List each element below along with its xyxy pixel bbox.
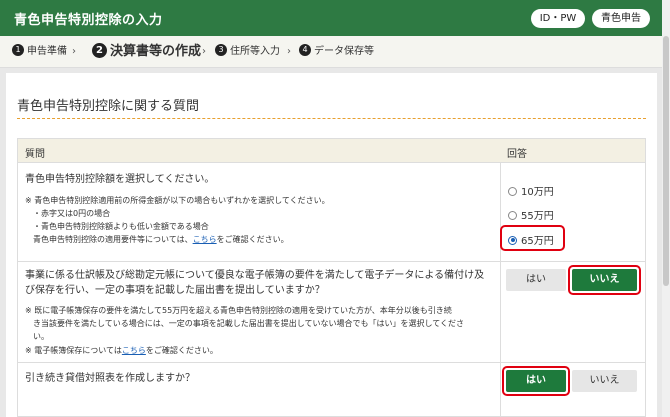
section-title: 青色申告特別控除に関する質問	[17, 99, 200, 114]
page-title: 青色申告特別控除の入力	[14, 13, 163, 28]
question-text: び保存を行い、一定の事項を記載した届出書を提出していますか？	[25, 285, 325, 296]
section-divider	[17, 118, 646, 119]
e-book-link[interactable]: こちら	[122, 346, 146, 355]
step-3: 3 住所等入力	[215, 36, 280, 68]
table-row: 青色申告特別控除額を選択してください。 ※ 青色申告特別控除適用前の所得金額が以…	[18, 164, 645, 262]
table-row: 事業に係る仕訳帳及び総勘定元帳について優良な電子帳簿の要件を満たして電子データに…	[18, 263, 645, 363]
radio-circle-icon	[508, 186, 517, 196]
highlight-box	[500, 225, 565, 251]
question-text: 青色申告特別控除額を選択してください。	[25, 174, 215, 185]
scrollbar-thumb[interactable]	[663, 36, 669, 286]
question-text: 事業に係る仕訳帳及び総勘定元帳について優良な電子帳簿の要件を満たして電子データに…	[25, 270, 485, 281]
radio-label: 10万円	[521, 187, 554, 198]
step-4: 4 データ保存等	[299, 36, 374, 68]
id-pw-button[interactable]: ID・PW	[531, 9, 585, 28]
question-note: ※ 電子帳簿保存についてはこちらをご確認ください。	[25, 344, 218, 357]
question-note: ・赤字又は0円の場合	[33, 209, 111, 218]
app-header: 青色申告特別控除の入力 ID・PW 青色申告	[0, 0, 662, 36]
note-text: をご確認ください。	[216, 235, 289, 244]
step-number-icon: 1	[12, 44, 24, 56]
radio-option-10man[interactable]: 10万円	[508, 183, 554, 198]
highlight-box	[568, 265, 641, 295]
question-note: き当該要件を満たしている場合には、一定の事項を記載した届出書を提出していない場合…	[33, 319, 465, 328]
question-note: ・青色申告特別控除額よりも低い金額である場合	[33, 222, 209, 231]
main-panel: 青色申告特別控除に関する質問 質問 回答 青色申告特別控除額を選択してください。…	[6, 73, 657, 417]
question-text: 引き続き貸借対照表を作成しますか？	[25, 373, 195, 384]
question-note: ※ 青色申告特別控除適用前の所得金額が以下の場合もいずれかを選択してください。	[25, 196, 330, 205]
progress-steps: 1 申告準備 › 2 決算書等の作成 › 3 住所等入力 › 4 データ保存等	[0, 36, 662, 68]
chevron-right-icon: ›	[287, 46, 291, 57]
step-2-current: 2 決算書等の作成	[92, 36, 201, 68]
step-number-icon: 3	[215, 44, 227, 56]
highlight-box	[502, 366, 570, 396]
radio-label: 55万円	[521, 211, 554, 222]
note-text: をご確認ください。	[145, 346, 218, 355]
step-label: 住所等入力	[230, 46, 280, 57]
question-note: ※ 既に電子帳簿保存の要件を満たして55万円を超える青色申告特別控除の適用を受け…	[25, 306, 452, 315]
blue-return-button[interactable]: 青色申告	[592, 9, 650, 28]
note-text: 青色申告特別控除の適用要件等については、	[33, 235, 193, 244]
step-label: データ保存等	[314, 46, 374, 57]
yes-button[interactable]: はい	[506, 269, 566, 291]
question-note: 青色申告特別控除の適用要件等については、こちらをご確認ください。	[33, 233, 289, 246]
table-row: 引き続き貸借対照表を作成しますか？ はい いいえ	[18, 364, 645, 417]
requirements-link[interactable]: こちら	[193, 235, 217, 244]
note-text: ※ 電子帳簿保存については	[25, 346, 122, 355]
radio-circle-icon	[508, 210, 517, 220]
step-number-icon: 2	[92, 43, 107, 58]
step-label: 決算書等の作成	[110, 44, 202, 59]
question-note: い。	[33, 332, 49, 341]
step-number-icon: 4	[299, 44, 311, 56]
chevron-right-icon: ›	[72, 46, 76, 57]
question-column-header: 質問	[25, 149, 45, 160]
step-label: 申告準備	[27, 46, 67, 57]
radio-option-55man[interactable]: 55万円	[508, 207, 554, 222]
chevron-right-icon: ›	[202, 46, 206, 57]
question-table: 質問 回答 青色申告特別控除額を選択してください。 ※ 青色申告特別控除適用前の…	[17, 138, 646, 417]
table-header: 質問 回答	[18, 139, 645, 163]
no-button[interactable]: いいえ	[572, 370, 637, 392]
answer-column-header: 回答	[507, 149, 527, 160]
step-1: 1 申告準備	[12, 36, 67, 68]
